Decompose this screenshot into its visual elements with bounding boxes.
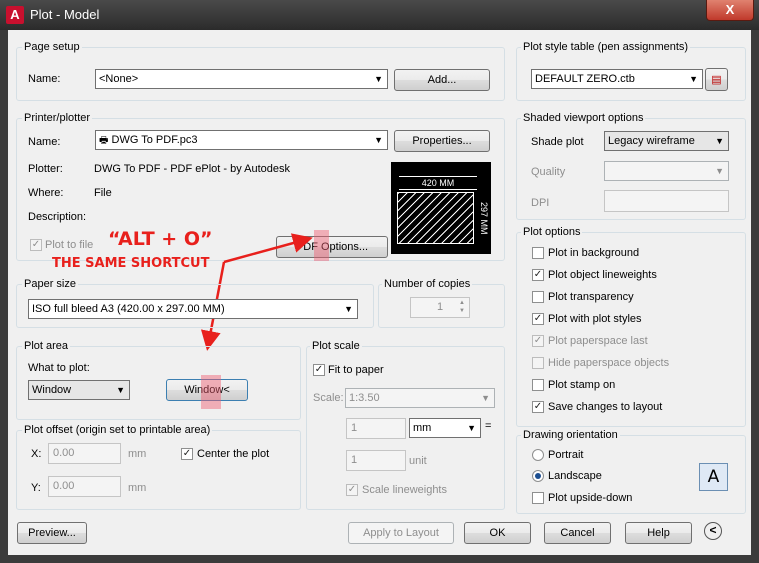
plot-area-label: Plot area [22, 340, 71, 352]
close-button[interactable]: X [706, 0, 754, 21]
scale-equals: = [485, 420, 492, 432]
plot-option-label-6: Plot stamp on [548, 379, 616, 391]
shade-plot-label: Shade plot [531, 136, 584, 148]
plot-offset-group [16, 430, 301, 510]
edit-plot-style-icon[interactable]: ▤ [705, 68, 728, 91]
what-to-plot-select[interactable]: Window ▼ [28, 380, 130, 400]
quality-select[interactable]: ▼ [604, 161, 729, 181]
chevron-down-icon: ▼ [116, 385, 125, 395]
preview-button[interactable]: Preview... [17, 522, 87, 544]
center-plot-checkbox[interactable]: ✓ [181, 448, 193, 460]
chevron-down-icon: ▼ [715, 166, 724, 176]
orientation-preview-icon: A [699, 463, 728, 491]
scale-unit-value: mm [413, 422, 432, 434]
scale-lineweights-checkbox[interactable]: ✓ [346, 484, 358, 496]
plot-option-label-5: Hide paperspace objects [548, 357, 670, 369]
plot-option-checkbox-3[interactable]: ✓ [532, 313, 544, 325]
scale-lineweights-label: Scale lineweights [362, 484, 447, 496]
title-bar[interactable]: A Plot - Model X [0, 0, 759, 30]
plot-option-checkbox-6[interactable] [532, 379, 544, 391]
plot-style-label: Plot style table (pen assignments) [521, 41, 691, 53]
offset-x-input[interactable]: 0.00 [48, 443, 121, 464]
upside-down-label: Plot upside-down [548, 492, 633, 504]
quality-label: Quality [531, 166, 566, 178]
scale-label: Scale: [313, 392, 344, 404]
chevron-down-icon: ▼ [715, 136, 724, 146]
plot-options-label: Plot options [521, 226, 583, 238]
portrait-radio[interactable] [532, 449, 544, 461]
plot-style-select[interactable]: DEFAULT ZERO.ctb ▼ [531, 69, 703, 89]
plot-dialog: A Plot - Model X Page setup Name: <None>… [0, 0, 759, 563]
shortcut-highlight-w [201, 375, 221, 409]
arrow-to-pdf-options [223, 233, 313, 264]
paper-size-select[interactable]: ISO full bleed A3 (420.00 x 297.00 MM) ▼ [28, 299, 358, 319]
ok-button[interactable]: OK [464, 522, 531, 544]
spin-arrows-icon: ▲ ▼ [459, 300, 465, 314]
shade-plot-select[interactable]: Legacy wireframe ▼ [604, 131, 729, 151]
what-to-plot-label: What to plot: [28, 362, 90, 374]
offset-y-label: Y: [31, 482, 41, 494]
cancel-button[interactable]: Cancel [544, 522, 611, 544]
offset-x-label: X: [31, 448, 42, 460]
fit-to-paper-checkbox[interactable]: ✓ [313, 364, 325, 376]
help-button[interactable]: Help [625, 522, 692, 544]
copies-label: Number of copies [382, 278, 473, 290]
paper-size-label: Paper size [22, 278, 78, 290]
plot-option-checkbox-2[interactable] [532, 291, 544, 303]
plot-option-label-0: Plot in background [548, 247, 640, 259]
plot-scale-label: Plot scale [310, 340, 362, 352]
fit-to-paper-label: Fit to paper [328, 364, 384, 376]
chevron-down-icon: ▼ [689, 74, 698, 84]
offset-x-unit: mm [128, 448, 147, 460]
shade-plot-value: Legacy wireframe [608, 135, 695, 147]
dialog-client: Page setup Name: <None> ▼ Add... Printer… [8, 30, 751, 555]
plot-option-checkbox-0[interactable] [532, 247, 544, 259]
plot-option-checkbox-4[interactable]: ✓ [532, 335, 544, 347]
scale-numerator-input[interactable]: 1 [346, 418, 406, 439]
drawing-orientation-label: Drawing orientation [521, 429, 620, 441]
plot-options-group [516, 232, 746, 427]
chevron-down-icon: ▼ [344, 304, 353, 314]
plot-option-label-3: Plot with plot styles [548, 313, 642, 325]
plot-option-label-4: Plot paperspace last [548, 335, 648, 347]
scale-select[interactable]: 1:3.50 ▼ [345, 388, 495, 408]
scale-unit-label: unit [409, 455, 427, 467]
plot-option-label-1: Plot object lineweights [548, 269, 657, 281]
plot-option-checkbox-7[interactable]: ✓ [532, 401, 544, 413]
plot-option-checkbox-1[interactable]: ✓ [532, 269, 544, 281]
plot-offset-label: Plot offset (origin set to printable are… [22, 424, 213, 436]
plot-option-label-2: Plot transparency [548, 291, 634, 303]
upside-down-checkbox[interactable] [532, 492, 544, 504]
scale-value: 1:3.50 [349, 392, 380, 404]
dpi-input[interactable] [604, 190, 729, 212]
collapse-icon[interactable]: < [704, 522, 722, 540]
shaded-viewport-label: Shaded viewport options [521, 112, 646, 124]
offset-y-unit: mm [128, 482, 147, 494]
copies-value: 1 [436, 301, 444, 313]
scale-unit-select[interactable]: mm ▼ [409, 418, 481, 438]
center-plot-label: Center the plot [197, 448, 270, 460]
dpi-label: DPI [531, 197, 550, 209]
plot-option-checkbox-5[interactable] [532, 357, 544, 369]
chevron-down-icon: ▼ [467, 423, 476, 433]
landscape-label: Landscape [548, 470, 602, 482]
landscape-radio[interactable] [532, 470, 544, 482]
scale-denominator-input[interactable]: 1 [346, 450, 406, 471]
what-to-plot-value: Window [32, 384, 72, 396]
autocad-app-icon: A [6, 6, 24, 24]
copies-spinner[interactable]: 1 ▲ ▼ [410, 297, 470, 318]
plot-style-value: DEFAULT ZERO.ctb [535, 73, 635, 85]
portrait-label: Portrait [548, 449, 584, 461]
paper-size-value: ISO full bleed A3 (420.00 x 297.00 MM) [32, 303, 225, 315]
apply-to-layout-button[interactable]: Apply to Layout [348, 522, 454, 544]
offset-y-input[interactable]: 0.00 [48, 476, 121, 497]
plot-option-label-7: Save changes to layout [548, 401, 663, 413]
window-title: Plot - Model [30, 7, 100, 22]
chevron-down-icon: ▼ [481, 393, 490, 403]
